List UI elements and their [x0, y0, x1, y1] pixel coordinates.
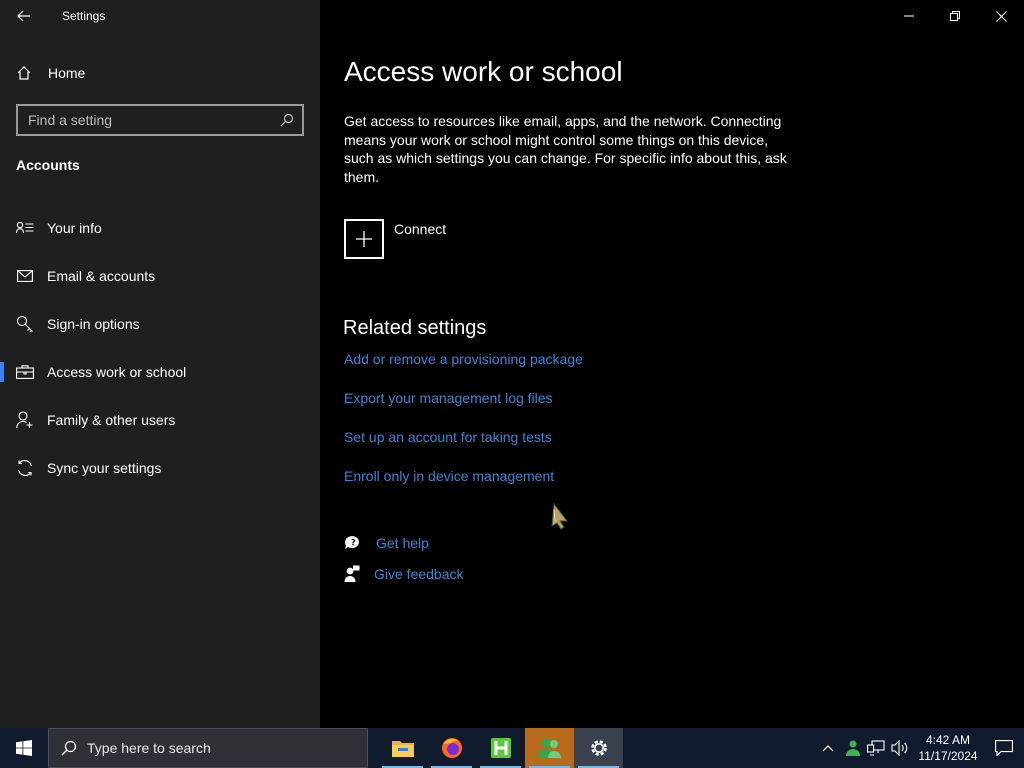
volume-icon — [891, 740, 908, 756]
page-description: Get access to resources like email, apps… — [344, 113, 787, 185]
back-arrow-icon — [17, 10, 30, 22]
connect-button[interactable]: Connect — [344, 219, 446, 259]
home-icon — [17, 66, 31, 80]
window-controls — [886, 0, 1024, 32]
connect-box[interactable] — [344, 219, 384, 259]
feedback-icon — [344, 565, 360, 582]
link-taking-tests[interactable]: Set up an account for taking tests — [344, 428, 583, 467]
sidebar: Settings Home Accounts Your info Email &… — [0, 0, 320, 728]
home-nav-item[interactable]: Home — [0, 56, 320, 90]
app-title: Settings — [62, 9, 106, 23]
system-tray: 4:42 AM 11/17/2024 — [816, 728, 1024, 768]
taskbar-settings[interactable] — [574, 728, 623, 768]
tray-volume[interactable] — [888, 728, 912, 768]
mouse-cursor-icon — [548, 502, 572, 537]
sync-icon — [16, 459, 34, 477]
restore-button[interactable] — [932, 0, 978, 32]
nav-label: Family & other users — [47, 412, 176, 428]
plus-icon — [356, 231, 372, 247]
give-feedback-row[interactable]: Give feedback — [344, 565, 464, 583]
key-icon — [16, 315, 34, 333]
notification-icon — [995, 740, 1013, 756]
nav-your-info[interactable]: Your info — [0, 204, 320, 252]
get-help-row[interactable]: ? Get help — [344, 534, 429, 552]
action-center-button[interactable] — [984, 728, 1024, 768]
link-provisioning-package[interactable]: Add or remove a provisioning package — [344, 350, 583, 389]
related-settings-heading: Related settings — [343, 317, 487, 339]
back-button[interactable] — [0, 0, 48, 32]
related-links: Add or remove a provisioning package Exp… — [344, 350, 583, 506]
find-setting-input[interactable] — [28, 112, 280, 128]
search-icon — [61, 740, 77, 756]
close-button[interactable] — [978, 0, 1024, 32]
nav-email-accounts[interactable]: Email & accounts — [0, 252, 320, 300]
nav-sync-settings[interactable]: Sync your settings — [0, 444, 320, 492]
clock-date: 11/17/2024 — [918, 749, 978, 763]
network-icon — [867, 740, 885, 756]
minimize-icon — [904, 15, 914, 17]
person-add-icon — [16, 411, 34, 429]
main-content: Access work or school Get access to reso… — [320, 0, 1024, 728]
connect-label: Connect — [394, 221, 447, 237]
nav-label: Email & accounts — [47, 268, 156, 284]
accounts-nav: Your info Email & accounts Sign-in optio… — [0, 204, 320, 492]
tray-people-app[interactable] — [840, 728, 864, 768]
minimize-button[interactable] — [886, 0, 932, 32]
clock-time: 4:42 AM — [925, 733, 971, 747]
nav-label: Your info — [47, 220, 102, 236]
home-label: Home — [48, 65, 86, 81]
title-bar: Settings — [0, 0, 320, 32]
briefcase-icon — [16, 363, 34, 381]
nav-label: Access work or school — [47, 364, 187, 380]
chevron-up-icon — [822, 745, 834, 752]
close-icon — [995, 10, 1007, 22]
hex-editor-icon — [490, 738, 511, 758]
restore-icon — [950, 11, 960, 21]
taskbar-apps — [378, 728, 623, 768]
taskbar-file-explorer[interactable] — [378, 728, 427, 768]
mail-icon — [16, 267, 34, 285]
give-feedback-link[interactable]: Give feedback — [374, 565, 464, 583]
taskbar-hex-editor[interactable] — [476, 728, 525, 768]
start-button[interactable] — [0, 728, 48, 768]
nav-access-work-or-school[interactable]: Access work or school — [0, 348, 320, 396]
taskbar-people[interactable] — [525, 728, 574, 768]
contact-info-icon — [16, 219, 34, 237]
nav-label: Sync your settings — [47, 460, 162, 476]
settings-icon — [590, 740, 607, 756]
firefox-icon — [441, 738, 462, 758]
nav-label: Sign-in options — [47, 316, 140, 332]
people-icon — [537, 738, 561, 758]
link-enroll-device-management[interactable]: Enroll only in device management — [344, 467, 583, 506]
nav-sign-in-options[interactable]: Sign-in options — [0, 300, 320, 348]
find-setting-search-box[interactable] — [16, 104, 304, 136]
taskbar-search-box[interactable]: Type here to search — [48, 728, 368, 768]
taskbar-search-text: Type here to search — [87, 740, 211, 756]
get-help-link[interactable]: Get help — [376, 534, 429, 552]
page-title: Access work or school — [344, 56, 623, 87]
taskbar: Type here to search 4:42 AM 11/17/2024 — [0, 728, 1024, 768]
search-icon[interactable] — [280, 113, 294, 127]
section-title: Accounts — [16, 157, 80, 173]
svg-text:?: ? — [351, 538, 356, 547]
windows-logo-icon — [16, 740, 32, 756]
link-export-log-files[interactable]: Export your management log files — [344, 389, 583, 428]
help-chat-icon: ? — [344, 536, 359, 549]
person-green-icon — [846, 740, 860, 756]
nav-family-other-users[interactable]: Family & other users — [0, 396, 320, 444]
tray-network[interactable] — [864, 728, 888, 768]
taskbar-clock[interactable]: 4:42 AM 11/17/2024 — [912, 732, 984, 764]
file-explorer-icon — [391, 741, 414, 757]
show-hidden-icons-button[interactable] — [816, 728, 840, 768]
taskbar-firefox[interactable] — [427, 728, 476, 768]
